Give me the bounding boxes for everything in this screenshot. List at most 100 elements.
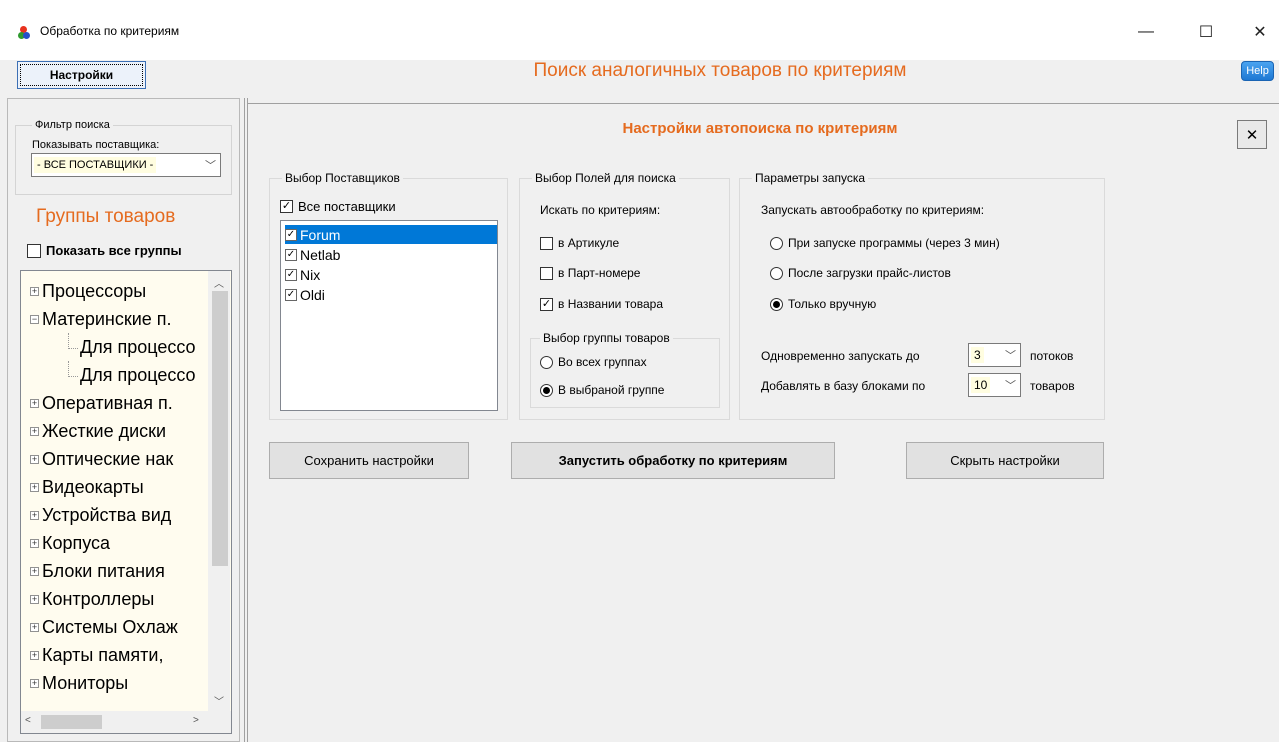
tree-item[interactable]: + Мониторы: [21, 669, 209, 697]
selected-group-label: В выбраной группе: [558, 383, 665, 397]
all-suppliers-checkbox[interactable]: ✓ Все поставщики: [280, 199, 396, 214]
settings-button[interactable]: Настройки: [17, 61, 146, 89]
tree-item-label: Блоки питания: [42, 560, 165, 581]
expand-icon[interactable]: +: [30, 622, 39, 632]
expand-icon[interactable]: −: [30, 314, 39, 324]
tree-item-label: Видеокарты: [42, 476, 144, 497]
run-manual-radio[interactable]: Только вручную: [770, 297, 876, 311]
show-all-groups-checkbox[interactable]: Показать все группы: [27, 243, 182, 258]
search-fields-legend: Выбор Полей для поиска: [532, 171, 679, 185]
tree-item[interactable]: + Блоки питания: [21, 557, 209, 585]
tree-item[interactable]: Для процессо: [21, 333, 209, 361]
field-partnumber-checkbox[interactable]: в Парт-номере: [540, 266, 640, 280]
expand-icon[interactable]: +: [30, 454, 39, 464]
tree-item[interactable]: − Материнские п.: [21, 305, 209, 333]
expand-icon[interactable]: +: [30, 650, 39, 660]
hide-settings-button[interactable]: Скрыть настройки: [906, 442, 1104, 479]
tree-item-label: Системы Охлаж: [42, 616, 178, 637]
panel-border: [248, 103, 1279, 104]
run-on-start-radio[interactable]: При запуске программы (через 3 мин): [770, 236, 1000, 250]
supplier-item-label: Oldi: [300, 286, 325, 303]
supplier-item-label: Netlab: [300, 246, 341, 263]
checkbox-icon[interactable]: ✓: [285, 288, 297, 301]
scrollbar-thumb[interactable]: [41, 715, 102, 729]
expand-icon[interactable]: +: [30, 538, 39, 548]
splitter[interactable]: [244, 98, 248, 742]
expand-icon[interactable]: +: [30, 426, 39, 436]
tree-item-label: Мониторы: [42, 672, 129, 693]
page-title: Поиск аналогичных товаров по критериям: [533, 60, 907, 81]
save-settings-button[interactable]: Сохранить настройки: [269, 442, 469, 479]
chevron-down-icon: ﹀: [1005, 350, 1016, 362]
expand-icon[interactable]: +: [30, 286, 39, 296]
help-button[interactable]: Help: [1241, 61, 1274, 81]
maximize-button[interactable]: ☐: [1186, 18, 1226, 46]
tree-item[interactable]: + Устройства вид: [21, 501, 209, 529]
tree-item[interactable]: + Процессоры: [21, 277, 209, 305]
run-manual-label: Только вручную: [788, 297, 877, 311]
blocks-select[interactable]: 10 ﹀: [968, 373, 1021, 397]
supplier-item-label: Nix: [300, 266, 321, 283]
close-settings-button[interactable]: ✕: [1237, 120, 1267, 149]
tree-item[interactable]: + Контроллеры: [21, 585, 209, 613]
product-group-tree[interactable]: + Процессоры − Материнские п. Для процессо Дл…: [20, 270, 232, 734]
close-window-button[interactable]: ✕: [1240, 18, 1279, 46]
radio-icon: [540, 355, 553, 369]
run-processing-button[interactable]: Запустить обработку по критериям: [511, 442, 835, 479]
scroll-up-icon[interactable]: ︿: [214, 275, 224, 290]
tree-vertical-scrollbar[interactable]: ︿ ﹀: [208, 271, 230, 711]
run-after-prices-label: После загрузки прайс-листов: [788, 266, 951, 280]
suppliers-list[interactable]: ✓ Forum ✓ Netlab ✓ Nix ✓ Oldi: [280, 220, 498, 411]
all-groups-radio[interactable]: Во всех группах: [540, 355, 647, 369]
supplier-item[interactable]: ✓ Oldi: [285, 285, 497, 304]
expand-icon[interactable]: +: [30, 482, 39, 492]
tree-item[interactable]: + Системы Охлаж: [21, 613, 209, 641]
tree-item[interactable]: Для процессо: [21, 361, 209, 389]
checkbox-icon[interactable]: ✓: [285, 268, 297, 281]
selected-group-radio[interactable]: В выбраной группе: [540, 383, 664, 397]
field-name-checkbox[interactable]: ✓ в Названии товара: [540, 297, 663, 311]
checkbox-icon[interactable]: ✓: [285, 248, 297, 261]
expand-icon[interactable]: +: [30, 594, 39, 604]
expand-icon[interactable]: +: [30, 398, 39, 408]
threads-label: Одновременно запускать до: [761, 349, 920, 363]
tree-connector: [68, 361, 78, 377]
minimize-button[interactable]: —: [1126, 18, 1166, 46]
tree-item[interactable]: + Корпуса: [21, 529, 209, 557]
expand-icon[interactable]: +: [30, 678, 39, 688]
scroll-right-icon[interactable]: >: [193, 715, 199, 726]
threads-select[interactable]: 3 ﹀: [968, 343, 1021, 367]
supplier-select[interactable]: - ВСЕ ПОСТАВЩИКИ - ﹀: [31, 153, 221, 177]
field-name-label: в Названии товара: [558, 297, 663, 311]
tree-item[interactable]: + Оптические нак: [21, 445, 209, 473]
supplier-item[interactable]: ✓ Forum: [285, 225, 497, 244]
checkbox-icon: [540, 266, 553, 280]
tree-item[interactable]: + Карты памяти,: [21, 641, 209, 669]
product-group-choice-legend: Выбор группы товаров: [540, 331, 673, 345]
tree-horizontal-scrollbar[interactable]: < >: [21, 711, 231, 733]
checkbox-icon[interactable]: ✓: [285, 228, 297, 241]
field-article-checkbox[interactable]: в Артикуле: [540, 236, 619, 250]
supplier-item[interactable]: ✓ Netlab: [285, 245, 497, 264]
blocks-unit: товаров: [1030, 379, 1075, 393]
expand-icon[interactable]: +: [30, 510, 39, 520]
tree-item[interactable]: + Видеокарты: [21, 473, 209, 501]
threads-unit: потоков: [1030, 349, 1074, 363]
scroll-left-icon[interactable]: <: [25, 715, 31, 726]
run-after-prices-radio[interactable]: После загрузки прайс-листов: [770, 266, 951, 280]
search-by-label: Искать по критериям:: [540, 203, 661, 217]
supplier-item[interactable]: ✓ Nix: [285, 265, 497, 284]
expand-icon[interactable]: +: [30, 566, 39, 576]
scrollbar-thumb[interactable]: [212, 291, 228, 566]
blocks-label: Добавлять в базу блоками по: [761, 379, 926, 393]
product-group-choice-group: [530, 338, 720, 408]
scroll-down-icon[interactable]: ﹀: [214, 693, 224, 708]
field-article-label: в Артикуле: [558, 236, 620, 250]
settings-panel-title: Настройки автопоиска по критериям: [622, 120, 898, 137]
tree-item-label: Для процессо: [80, 336, 196, 357]
tree-item[interactable]: + Оперативная п.: [21, 389, 209, 417]
product-groups-title: Группы товаров: [36, 206, 176, 227]
tree-item-label: Оперативная п.: [42, 392, 173, 413]
tree-item-label: Карты памяти,: [42, 644, 164, 665]
tree-item[interactable]: + Жесткие диски: [21, 417, 209, 445]
